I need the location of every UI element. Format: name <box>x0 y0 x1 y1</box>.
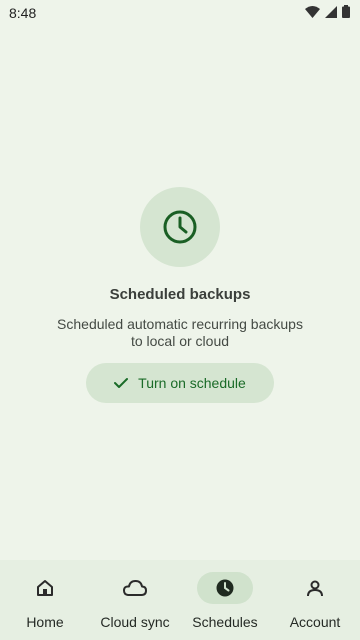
signal-icon <box>325 5 337 18</box>
description-line-1: Scheduled automatic recurring backups <box>57 316 303 332</box>
status-icons <box>305 5 350 18</box>
nav-label-account: Account <box>289 614 341 630</box>
empty-state-title: Scheduled backups <box>109 286 251 303</box>
nav-item-cloud-sync[interactable]: Cloud sync <box>90 560 180 640</box>
bottom-navigation: Home Cloud sync Schedules Account <box>0 560 360 640</box>
nav-home-icon-container <box>17 572 73 604</box>
nav-cloud-icon-container <box>107 572 163 604</box>
clock-icon <box>216 579 234 597</box>
turn-on-schedule-label: Turn on schedule <box>138 375 246 391</box>
clock-icon <box>163 210 197 244</box>
nav-label-schedules: Schedules <box>192 614 258 630</box>
nav-item-account[interactable]: Account <box>270 560 360 640</box>
nav-item-schedules[interactable]: Schedules <box>180 560 270 640</box>
empty-state-description: Scheduled automatic recurring backups to… <box>0 316 360 350</box>
battery-icon <box>342 5 350 18</box>
nav-schedules-icon-container <box>197 572 253 604</box>
check-icon <box>114 378 129 388</box>
status-time: 8:48 <box>9 5 37 21</box>
account-icon <box>307 580 323 597</box>
wifi-icon <box>305 5 320 18</box>
nav-label-home: Home <box>26 614 64 630</box>
status-bar: 8:48 <box>0 0 360 26</box>
home-icon <box>37 580 53 596</box>
turn-on-schedule-button[interactable]: Turn on schedule <box>86 363 274 403</box>
cloud-icon <box>123 580 147 596</box>
nav-label-cloud-sync: Cloud sync <box>100 614 170 630</box>
description-line-2: to local or cloud <box>130 333 230 349</box>
nav-account-icon-container <box>287 572 343 604</box>
schedule-illustration <box>140 187 220 267</box>
nav-item-home[interactable]: Home <box>0 560 90 640</box>
